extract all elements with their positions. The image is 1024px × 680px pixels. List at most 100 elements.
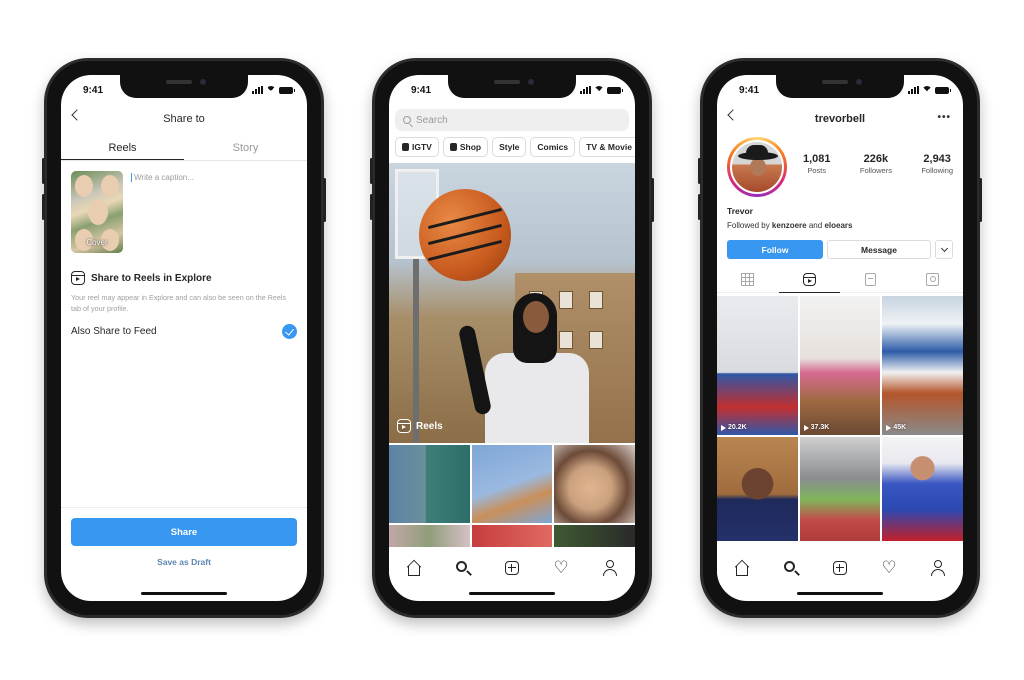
signal-icon: [252, 86, 263, 94]
reel-tile[interactable]: [799, 437, 881, 541]
page-title: Share to: [163, 113, 205, 125]
topic-chips: IGTV Shop Style Comics TV & Movie: [395, 137, 635, 157]
reels-label[interactable]: Reels: [397, 419, 443, 433]
phone-explore: 9:41 Search IGTV Shop Style Comics TV & …: [370, 58, 654, 618]
reels-icon: [71, 271, 85, 285]
search-input[interactable]: Search: [395, 109, 629, 131]
share-button[interactable]: Share: [71, 518, 297, 546]
explore-tile[interactable]: [554, 525, 635, 547]
profile-tabs: [717, 267, 963, 293]
chip-comics[interactable]: Comics: [530, 137, 576, 157]
checkmark-icon[interactable]: [282, 324, 297, 339]
reel-tile[interactable]: 45K: [882, 296, 963, 435]
reel-tile[interactable]: [717, 437, 798, 541]
cover-thumbnail[interactable]: Cover: [71, 171, 123, 253]
reel-tile[interactable]: 37.3K: [799, 296, 881, 435]
reels-grid: 20.2K 37.3K 45K: [717, 296, 963, 541]
explore-tile[interactable]: [389, 525, 470, 547]
profile-icon[interactable]: [929, 559, 947, 577]
new-post-icon[interactable]: [503, 559, 521, 577]
phone-profile: 9:41 trevorbell ••• 1,081 Posts 226k Fol…: [698, 58, 982, 618]
notch: [120, 75, 248, 98]
profile-actions: Follow Message: [727, 240, 953, 259]
explore-tile[interactable]: [471, 445, 553, 523]
share-to-reels-explore: Share to Reels in Explore: [71, 271, 212, 285]
search-icon[interactable]: [782, 559, 800, 577]
cover-label: Cover: [86, 238, 108, 247]
avatar[interactable]: [727, 137, 787, 197]
profile-header: trevorbell •••: [717, 105, 963, 133]
volume-button: [698, 194, 701, 220]
explore-grid: [389, 445, 635, 547]
grid-icon: [741, 273, 755, 286]
chip-igtv[interactable]: IGTV: [395, 137, 439, 157]
reel-tile[interactable]: [882, 437, 963, 541]
reels-icon: [397, 419, 411, 433]
reel-tile[interactable]: 20.2K: [717, 296, 798, 435]
home-indicator[interactable]: [141, 592, 227, 595]
follow-button[interactable]: Follow: [727, 240, 823, 259]
battery-icon: [935, 86, 951, 94]
igtv-icon: [865, 273, 877, 286]
play-icon: [721, 424, 726, 431]
new-post-icon[interactable]: [831, 559, 849, 577]
tab-posts-grid[interactable]: [717, 267, 779, 293]
home-indicator[interactable]: [469, 592, 555, 595]
chip-shop[interactable]: Shop: [442, 137, 489, 157]
reels-explore-description: Your reel may appear in Explore and can …: [71, 293, 287, 313]
explore-tile[interactable]: [471, 525, 553, 547]
screen: 9:41 Search IGTV Shop Style Comics TV & …: [389, 75, 635, 601]
tab-reels[interactable]: [778, 267, 840, 293]
basketball: [419, 189, 511, 281]
back-arrow-icon[interactable]: [727, 109, 739, 121]
home-indicator[interactable]: [797, 592, 883, 595]
stat-followers[interactable]: 226k Followers: [860, 153, 892, 175]
more-options-icon[interactable]: •••: [937, 113, 951, 123]
wifi-icon: [266, 86, 276, 96]
profile-icon[interactable]: [601, 559, 619, 577]
volume-button: [42, 194, 45, 220]
screen: 9:41 trevorbell ••• 1,081 Posts 226k Fol…: [717, 75, 963, 601]
tab-igtv[interactable]: [840, 267, 902, 293]
profile-stats: 1,081 Posts 226k Followers 2,943 Followi…: [803, 153, 953, 175]
followed-by-text: Followed by kenzoere and eloears: [727, 221, 853, 230]
signal-icon: [580, 86, 591, 94]
explore-tile[interactable]: [389, 445, 470, 523]
reels-icon: [802, 273, 816, 286]
search-icon[interactable]: [454, 559, 472, 577]
play-icon: [803, 424, 809, 431]
activity-heart-icon[interactable]: ♡: [552, 559, 570, 577]
profile-username: trevorbell: [814, 113, 866, 125]
chip-style[interactable]: Style: [492, 137, 527, 157]
bottom-tab-bar: ♡: [389, 551, 635, 585]
chip-tv-movie[interactable]: TV & Movie: [579, 137, 635, 157]
tab-tagged[interactable]: [901, 267, 963, 293]
caption-input[interactable]: Write a caption...: [131, 173, 194, 182]
follower-link[interactable]: kenzoere: [772, 221, 807, 230]
also-share-to-feed-label: Also Share to Feed: [71, 326, 157, 337]
power-button: [323, 178, 326, 222]
reel-views: 45K: [893, 424, 907, 431]
reels-hero-video[interactable]: [389, 163, 635, 443]
also-share-to-feed-row[interactable]: Also Share to Feed: [71, 324, 297, 339]
message-button[interactable]: Message: [827, 240, 931, 259]
activity-heart-icon[interactable]: ♡: [880, 559, 898, 577]
explore-tile[interactable]: [554, 445, 635, 523]
screen: 9:41 Share to Reels Story Cover Write a …: [61, 75, 307, 601]
home-icon[interactable]: [405, 559, 423, 577]
stat-following[interactable]: 2,943 Following: [921, 153, 953, 175]
back-arrow-icon[interactable]: [71, 109, 83, 121]
reel-views: 37.3K: [810, 424, 830, 431]
tagged-icon: [925, 273, 939, 286]
bottom-tab-bar: ♡: [717, 551, 963, 585]
tab-story[interactable]: Story: [184, 137, 307, 160]
home-icon[interactable]: [733, 559, 751, 577]
status-time: 9:41: [83, 84, 104, 96]
volume-button: [370, 194, 373, 220]
power-button: [651, 178, 654, 222]
tab-reels[interactable]: Reels: [61, 137, 184, 160]
suggested-dropdown-button[interactable]: [935, 240, 953, 259]
save-as-draft-link[interactable]: Save as Draft: [61, 557, 307, 567]
follower-link[interactable]: eloears: [824, 221, 852, 230]
stat-posts[interactable]: 1,081 Posts: [803, 153, 831, 175]
